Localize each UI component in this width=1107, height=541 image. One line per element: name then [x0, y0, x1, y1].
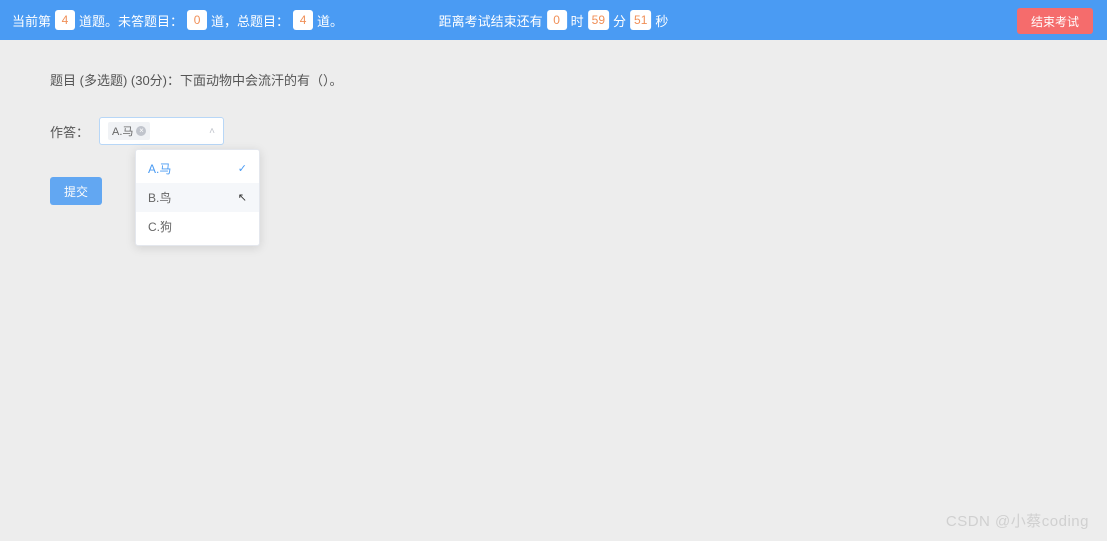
seconds-unit: 秒 — [655, 11, 668, 30]
current-prefix: 当前第 — [12, 11, 51, 30]
total-suffix: 道。 — [317, 11, 343, 30]
current-question-number: 4 — [55, 10, 75, 30]
answer-label: 作答： — [50, 122, 89, 141]
minutes-unit: 分 — [613, 11, 626, 30]
submit-button[interactable]: 提交 — [50, 177, 102, 205]
check-icon: ✓ — [238, 162, 247, 175]
end-exam-button[interactable]: 结束考试 — [1017, 8, 1093, 34]
option-b-label: B.鸟 — [148, 189, 171, 206]
minutes-box: 59 — [588, 10, 609, 30]
answer-row: 作答： A.马 × ˄ A.马 ✓ B.鸟↖ C.狗 — [50, 117, 1057, 145]
mid-text: 道，总题目： — [211, 11, 289, 30]
option-c[interactable]: C.狗 — [136, 212, 259, 241]
top-bar: 当前第 4 道题。未答题目： 0 道，总题目： 4 道。 距离考试结束还有 0 … — [0, 0, 1107, 40]
hours-box: 0 — [547, 10, 567, 30]
selected-tag[interactable]: A.马 × — [108, 122, 150, 140]
hours-unit: 时 — [571, 11, 584, 30]
progress-info: 当前第 4 道题。未答题目： 0 道，总题目： 4 道。 — [12, 10, 343, 30]
timer-info: 距离考试结束还有 0 时 59 分 51 秒 — [439, 10, 669, 30]
unanswered-number: 0 — [187, 10, 207, 30]
watermark-text: CSDN @小蔡coding — [946, 510, 1089, 531]
option-a-label: A.马 — [148, 160, 171, 177]
option-c-label: C.狗 — [148, 218, 172, 235]
total-number: 4 — [293, 10, 313, 30]
cursor-icon: ↖ — [238, 191, 247, 204]
question-text: 题目 (多选题) (30分)：下面动物中会流汗的有（）。 — [50, 70, 1057, 89]
selected-tag-label: A.马 — [112, 123, 133, 139]
option-a[interactable]: A.马 ✓ — [136, 154, 259, 183]
seconds-box: 51 — [630, 10, 651, 30]
tag-close-icon[interactable]: × — [136, 126, 146, 136]
answer-select[interactable]: A.马 × ˄ — [99, 117, 224, 145]
chevron-up-icon: ˄ — [209, 126, 215, 137]
content-area: 题目 (多选题) (30分)：下面动物中会流汗的有（）。 作答： A.马 × ˄… — [0, 40, 1107, 235]
timer-prefix: 距离考试结束还有 — [439, 11, 543, 30]
current-suffix: 道题。未答题目： — [79, 11, 183, 30]
options-dropdown: A.马 ✓ B.鸟 ↖ C.狗 — [135, 149, 260, 246]
option-b[interactable]: B.鸟 ↖ — [136, 183, 259, 212]
